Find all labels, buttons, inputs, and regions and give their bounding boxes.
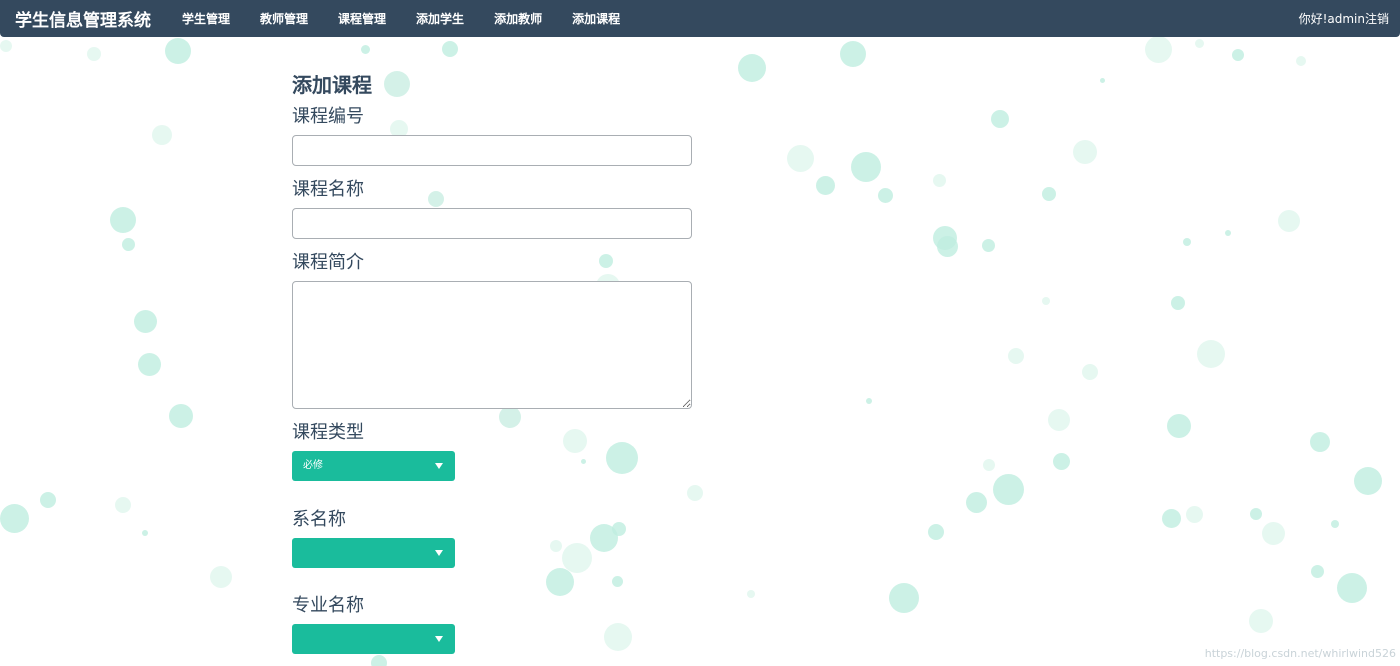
course-intro-textarea[interactable]	[292, 281, 692, 409]
course-intro-label: 课程简介	[292, 252, 364, 273]
chevron-down-icon	[435, 636, 443, 642]
chevron-down-icon	[435, 463, 443, 469]
nav-course-management[interactable]: 课程管理	[338, 10, 386, 27]
course-id-label: 课程编号	[292, 106, 364, 127]
top-navbar: 学生信息管理系统 学生管理 教师管理 课程管理 添加学生 添加教师 添加课程 你…	[0, 0, 1400, 37]
course-name-label: 课程名称	[292, 179, 364, 200]
nav-add-teacher[interactable]: 添加教师	[494, 10, 542, 27]
user-area: 你好!admin 注销	[1299, 0, 1389, 37]
course-type-label: 课程类型	[292, 422, 364, 443]
department-select[interactable]	[292, 538, 455, 568]
major-select[interactable]	[292, 624, 455, 654]
course-type-select[interactable]: 必修	[292, 451, 455, 481]
background-bubbles	[0, 0, 1400, 666]
nav-add-course[interactable]: 添加课程	[572, 10, 620, 27]
nav-teacher-management[interactable]: 教师管理	[260, 10, 308, 27]
nav-add-student[interactable]: 添加学生	[416, 10, 464, 27]
nav-student-management[interactable]: 学生管理	[182, 10, 230, 27]
form-title: 添加课程	[292, 73, 372, 97]
major-label: 专业名称	[292, 595, 364, 616]
user-greeting: 你好!admin	[1298, 12, 1365, 26]
department-label: 系名称	[292, 509, 346, 530]
chevron-down-icon	[435, 550, 443, 556]
course-id-input[interactable]	[292, 135, 692, 166]
course-name-input[interactable]	[292, 208, 692, 239]
logout-link[interactable]: 注销	[1365, 10, 1389, 27]
page: 学生信息管理系统 学生管理 教师管理 课程管理 添加学生 添加教师 添加课程 你…	[0, 0, 1400, 666]
watermark: https://blog.csdn.net/whirlwind526	[1204, 647, 1396, 660]
app-brand[interactable]: 学生信息管理系统	[15, 6, 151, 31]
course-type-selected: 必修	[303, 460, 323, 471]
